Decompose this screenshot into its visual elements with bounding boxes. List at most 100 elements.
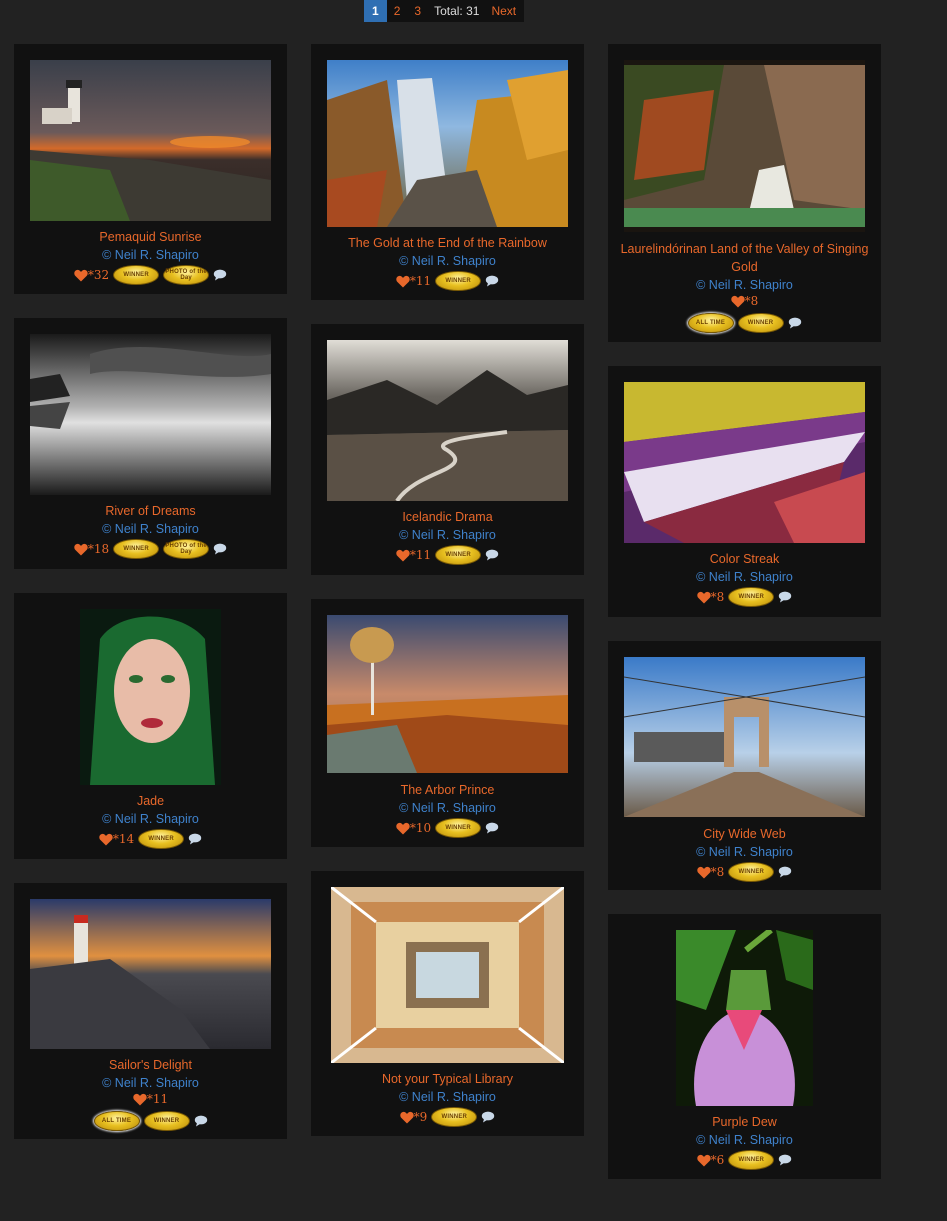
photo-author[interactable]: © Neil R. Shapiro (14, 520, 287, 538)
comment-icon[interactable] (213, 543, 227, 555)
photo-author[interactable]: © Neil R. Shapiro (608, 843, 881, 861)
likes[interactable]: *8 (697, 865, 725, 879)
like-count: *11 (409, 548, 432, 562)
likes[interactable]: *32 (74, 268, 109, 282)
comment-icon[interactable] (778, 866, 792, 878)
heart-icon (697, 866, 711, 879)
photo-thumbnail[interactable] (327, 60, 568, 227)
comment-icon[interactable] (485, 822, 499, 834)
winner-badge[interactable]: WINNER (728, 587, 775, 607)
page-3-link[interactable]: 3 (407, 0, 428, 22)
photo-thumbnail[interactable] (80, 609, 221, 785)
photo-title[interactable]: The Gold at the End of the Rainbow (311, 234, 584, 252)
all-time-badge[interactable]: ALL TIME (687, 313, 734, 333)
winner-badge[interactable]: WINNER (143, 1111, 190, 1131)
comment-icon[interactable] (778, 591, 792, 603)
photo-title[interactable]: The Arbor Prince (311, 781, 584, 799)
comment-icon[interactable] (485, 549, 499, 561)
comment-icon[interactable] (481, 1111, 495, 1123)
page-2-link[interactable]: 2 (387, 0, 408, 22)
photo-of-day-badge[interactable]: PHOTO of the Day (163, 539, 210, 559)
likes[interactable]: *18 (74, 542, 109, 556)
comment-icon[interactable] (194, 1115, 208, 1127)
photo-author[interactable]: © Neil R. Shapiro (14, 810, 287, 828)
likes[interactable]: *8 (608, 294, 881, 308)
photo-thumbnail[interactable] (30, 334, 271, 495)
winner-badge[interactable]: WINNER (113, 265, 160, 285)
winner-badge[interactable]: WINNER (431, 1107, 478, 1127)
photo-author[interactable]: © Neil R. Shapiro (311, 526, 584, 544)
page-1-link[interactable]: 1 (364, 0, 387, 22)
photo-author[interactable]: © Neil R. Shapiro (311, 799, 584, 817)
photo-card: Color Streak © Neil R. Shapiro *8 WINNER (608, 366, 881, 617)
winner-badge[interactable]: WINNER (435, 545, 482, 565)
heart-icon (731, 295, 745, 308)
likes[interactable]: *14 (99, 832, 134, 846)
likes[interactable]: *11 (14, 1092, 287, 1106)
photo-meta: *8 WINNER (608, 861, 881, 883)
likes[interactable]: *10 (396, 821, 431, 835)
photo-thumbnail[interactable] (624, 657, 865, 817)
photo-thumbnail[interactable] (327, 340, 568, 501)
photo-meta: *32 WINNER PHOTO of the Day (14, 264, 287, 286)
heart-icon (396, 275, 410, 288)
comment-icon[interactable] (788, 317, 802, 329)
photo-title[interactable]: Color Streak (608, 550, 881, 568)
photo-thumbnail[interactable] (30, 60, 271, 221)
heart-icon (697, 1154, 711, 1167)
winner-badge[interactable]: WINNER (435, 818, 482, 838)
photo-thumbnail[interactable] (30, 899, 271, 1049)
photo-card: City Wide Web © Neil R. Shapiro *8 WINNE… (608, 641, 881, 890)
photo-author[interactable]: © Neil R. Shapiro (608, 276, 881, 294)
comment-icon[interactable] (188, 833, 202, 845)
heart-icon (396, 549, 410, 562)
likes[interactable]: *6 (697, 1153, 724, 1167)
photo-card: River of Dreams © Neil R. Shapiro *18 WI… (14, 318, 287, 569)
likes[interactable]: *11 (396, 274, 431, 288)
photo-thumbnail[interactable] (331, 887, 564, 1063)
comment-icon[interactable] (485, 275, 499, 287)
photo-title[interactable]: River of Dreams (14, 502, 287, 520)
photo-title[interactable]: Laurelindórinan Land of the Valley of Si… (608, 240, 881, 276)
photo-title[interactable]: Jade (14, 792, 287, 810)
photo-of-day-badge[interactable]: PHOTO of the Day (163, 265, 210, 285)
photo-author[interactable]: © Neil R. Shapiro (608, 1131, 881, 1149)
photo-author[interactable]: © Neil R. Shapiro (14, 246, 287, 264)
comment-icon[interactable] (213, 269, 227, 281)
photo-card: Not your Typical Library © Neil R. Shapi… (311, 871, 584, 1136)
photo-author[interactable]: © Neil R. Shapiro (14, 1074, 287, 1092)
likes[interactable]: *9 (400, 1110, 427, 1124)
all-time-badge[interactable]: ALL TIME (93, 1111, 140, 1131)
photo-thumbnail[interactable] (676, 930, 813, 1106)
photo-meta: *18 WINNER PHOTO of the Day (14, 538, 287, 560)
winner-badge[interactable]: WINNER (113, 539, 160, 559)
comment-icon[interactable] (778, 1154, 792, 1166)
photo-title[interactable]: Sailor's Delight (14, 1056, 287, 1074)
heart-icon (396, 822, 410, 835)
likes[interactable]: *8 (697, 590, 724, 604)
like-count: *8 (710, 865, 725, 879)
photo-meta: *9 WINNER (311, 1106, 584, 1128)
winner-badge[interactable]: WINNER (728, 862, 775, 882)
total-count: Total: 31 (434, 4, 480, 18)
winner-badge[interactable]: WINNER (737, 313, 784, 333)
heart-icon (400, 1111, 414, 1124)
photo-author[interactable]: © Neil R. Shapiro (311, 252, 584, 270)
photo-thumbnail[interactable] (624, 382, 865, 543)
winner-badge[interactable]: WINNER (435, 271, 482, 291)
heart-icon (133, 1093, 147, 1106)
photo-title[interactable]: Not your Typical Library (311, 1070, 584, 1088)
photo-thumbnail[interactable] (327, 615, 568, 773)
winner-badge[interactable]: WINNER (138, 829, 185, 849)
photo-title[interactable]: Icelandic Drama (311, 508, 584, 526)
like-count: *10 (409, 821, 432, 835)
likes[interactable]: *11 (396, 548, 431, 562)
winner-badge[interactable]: WINNER (728, 1150, 775, 1170)
photo-thumbnail[interactable] (624, 60, 865, 232)
photo-title[interactable]: City Wide Web (608, 825, 881, 843)
photo-author[interactable]: © Neil R. Shapiro (608, 568, 881, 586)
photo-author[interactable]: © Neil R. Shapiro (311, 1088, 584, 1106)
next-page-link[interactable]: Next (485, 0, 524, 22)
photo-title[interactable]: Pemaquid Sunrise (14, 228, 287, 246)
photo-title[interactable]: Purple Dew (608, 1113, 881, 1131)
